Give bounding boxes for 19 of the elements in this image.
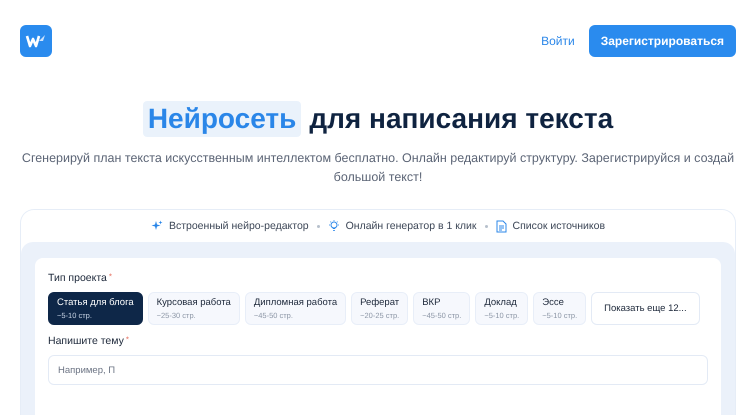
topic-input-field[interactable]: Например, П — [48, 355, 708, 385]
feature-label: Онлайн генератор в 1 клик — [346, 220, 477, 232]
field-label: Тип проекта — [48, 272, 107, 284]
page-title: для написания текста — [309, 102, 614, 136]
feature-label: Встроенный нейро-редактор — [168, 220, 309, 232]
separator-dot — [484, 224, 488, 228]
required-mark: * — [126, 335, 129, 346]
title-highlight: Нейросеть — [142, 101, 302, 137]
separator-dot — [316, 224, 320, 228]
field-label: Напишите тему — [48, 335, 124, 347]
required-mark: * — [108, 272, 112, 283]
logo-icon[interactable] — [20, 25, 52, 57]
show-more-button[interactable]: Показать еще 12... — [591, 292, 700, 325]
document-icon — [496, 220, 507, 232]
feature-label: Список источников — [512, 220, 606, 232]
subtitle: Сгенерируй план текста искусственным интеллектом бесплатно. Онлайн редактируй структуру. Зарегистрируйся и создай большой текст! — [20, 150, 736, 186]
sparkle-icon — [150, 220, 163, 232]
lightbulb-icon — [328, 220, 340, 232]
login-link[interactable]: Войти — [541, 34, 575, 48]
